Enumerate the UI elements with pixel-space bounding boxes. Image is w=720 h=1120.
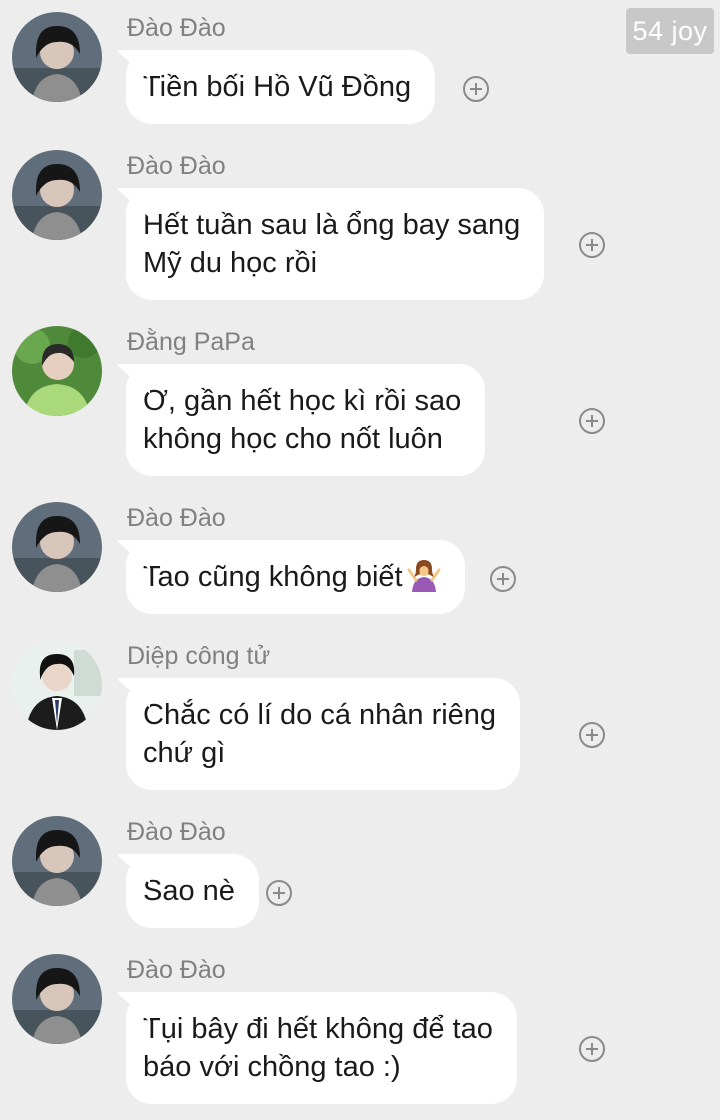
sender-name: Đào Đào xyxy=(127,504,226,532)
message-bubble[interactable]: Sao nè xyxy=(126,854,259,928)
person-shrugging-icon xyxy=(407,560,441,592)
add-reaction-icon[interactable] xyxy=(579,1036,605,1062)
message-bubble[interactable]: Tao cũng không biết xyxy=(126,540,465,614)
avatar[interactable] xyxy=(12,12,102,102)
sender-name: Đào Đào xyxy=(127,818,226,846)
message-text: Tao cũng không biết xyxy=(143,561,403,593)
sender-name: Đằng PaPa xyxy=(127,328,255,356)
message-bubble[interactable]: Tụi bây đi hết không để tao báo với chồn… xyxy=(126,992,517,1104)
add-reaction-icon[interactable] xyxy=(579,408,605,434)
message-bubble[interactable]: Chắc có lí do cá nhân riêng chứ gì xyxy=(126,678,521,790)
add-reaction-icon[interactable] xyxy=(579,722,605,748)
avatar[interactable] xyxy=(12,954,102,1044)
avatar[interactable] xyxy=(12,640,102,730)
sender-name: Diệp công tử xyxy=(127,642,271,670)
add-reaction-icon[interactable] xyxy=(266,880,292,906)
message-bubble[interactable]: Hết tuần sau là ổng bay sang Mỹ du học r… xyxy=(126,188,545,300)
add-reaction-icon[interactable] xyxy=(579,232,605,258)
sender-name: Đào Đào xyxy=(127,152,226,180)
avatar[interactable] xyxy=(12,502,102,592)
sender-name: Đào Đào xyxy=(127,956,226,984)
add-reaction-icon[interactable] xyxy=(463,76,489,102)
message-bubble[interactable]: Tiền bối Hồ Vũ Đồng xyxy=(126,50,436,124)
avatar[interactable] xyxy=(12,816,102,906)
add-reaction-icon[interactable] xyxy=(490,566,516,592)
sender-name: Đào Đào xyxy=(127,14,226,42)
message-bubble[interactable]: Ơ, gần hết học kì rồi sao không học cho … xyxy=(126,364,486,476)
watermark: 54 joy xyxy=(626,8,714,54)
avatar[interactable] xyxy=(12,326,102,416)
avatar[interactable] xyxy=(12,150,102,240)
